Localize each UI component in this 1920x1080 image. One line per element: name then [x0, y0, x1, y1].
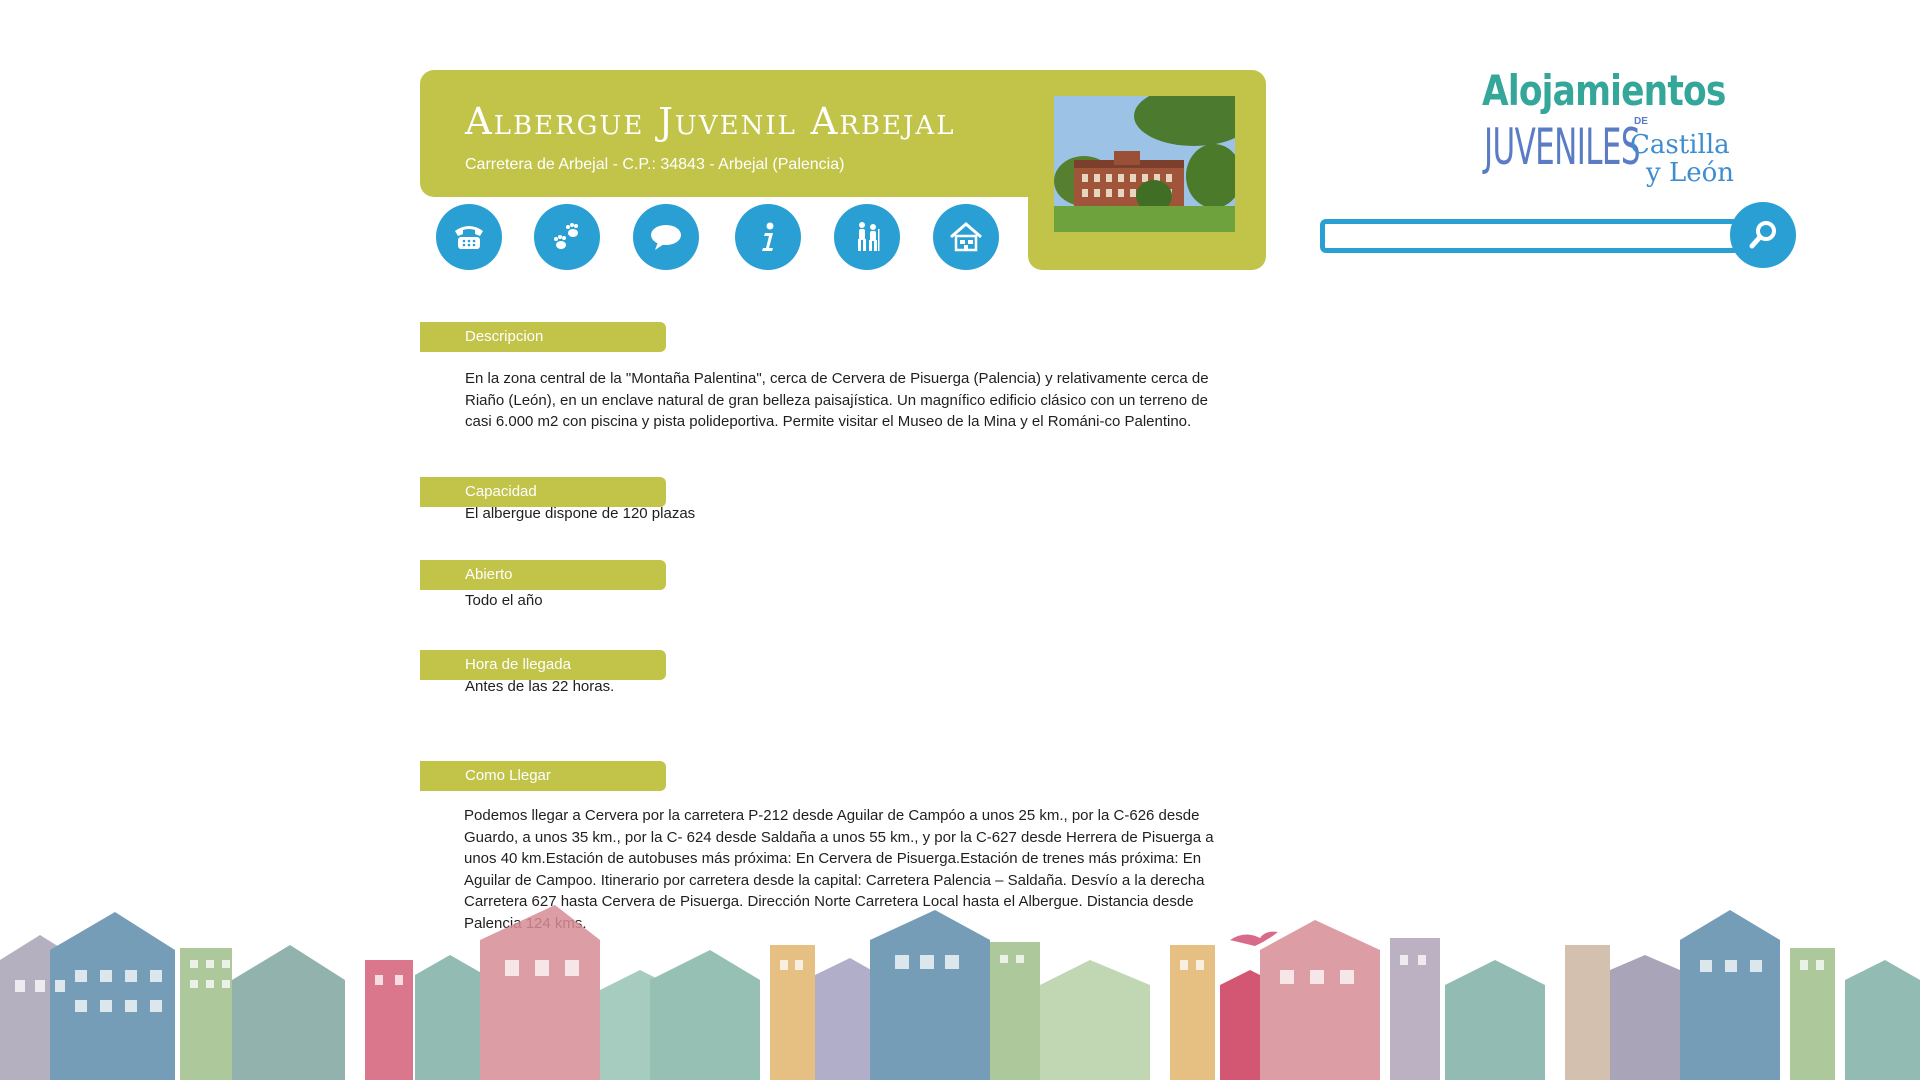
- logo-de: DE: [1634, 116, 1648, 127]
- section-text-abierto: Todo el año: [465, 592, 543, 609]
- logo-line-4: y León: [1646, 158, 1735, 188]
- search-input[interactable]: [1329, 227, 1713, 247]
- search-box: [1320, 219, 1740, 253]
- address-text: Carretera de Arbejal - C.P.: 34843 - Arb…: [465, 156, 845, 173]
- comments-button[interactable]: [633, 204, 699, 270]
- logo-line-1: Alojamientos: [1482, 66, 1726, 115]
- section-text-hora: Antes de las 22 horas.: [465, 678, 615, 695]
- activities-button[interactable]: [834, 204, 900, 270]
- phone-button[interactable]: [436, 204, 502, 270]
- search-icon: [1749, 221, 1776, 249]
- info-button[interactable]: [735, 204, 801, 270]
- pawprints-icon: [554, 223, 578, 249]
- section-text-capacidad: El albergue dispone de 120 plazas: [465, 505, 696, 522]
- accommodation-button[interactable]: [933, 204, 999, 270]
- site-logo[interactable]: Alojamientos JUVENILES DE Castilla y Leó…: [1478, 66, 1748, 196]
- logo-line-3: Castilla: [1630, 130, 1730, 160]
- search-button[interactable]: [1730, 202, 1796, 268]
- section-tab-como-llegar: Como Llegar: [420, 761, 666, 791]
- hostel-photo: [1054, 96, 1235, 232]
- page-title: Albergue Juvenil Arbejal: [465, 100, 956, 143]
- phone-icon: [455, 226, 483, 249]
- hikers-icon: [858, 222, 880, 251]
- section-text-descripcion: En la zona central de la "Montaña Palent…: [465, 370, 1209, 430]
- city-illustration: [0, 905, 1920, 1080]
- footprints-button[interactable]: [534, 204, 600, 270]
- chat-bubble-icon: [651, 225, 681, 250]
- info-icon: [762, 222, 774, 251]
- section-tab-descripcion: Descripcion: [420, 322, 666, 352]
- logo-line-2: JUVENILES: [1484, 118, 1641, 176]
- house-icon: [950, 222, 982, 252]
- section-tab-abierto: Abierto: [420, 560, 666, 590]
